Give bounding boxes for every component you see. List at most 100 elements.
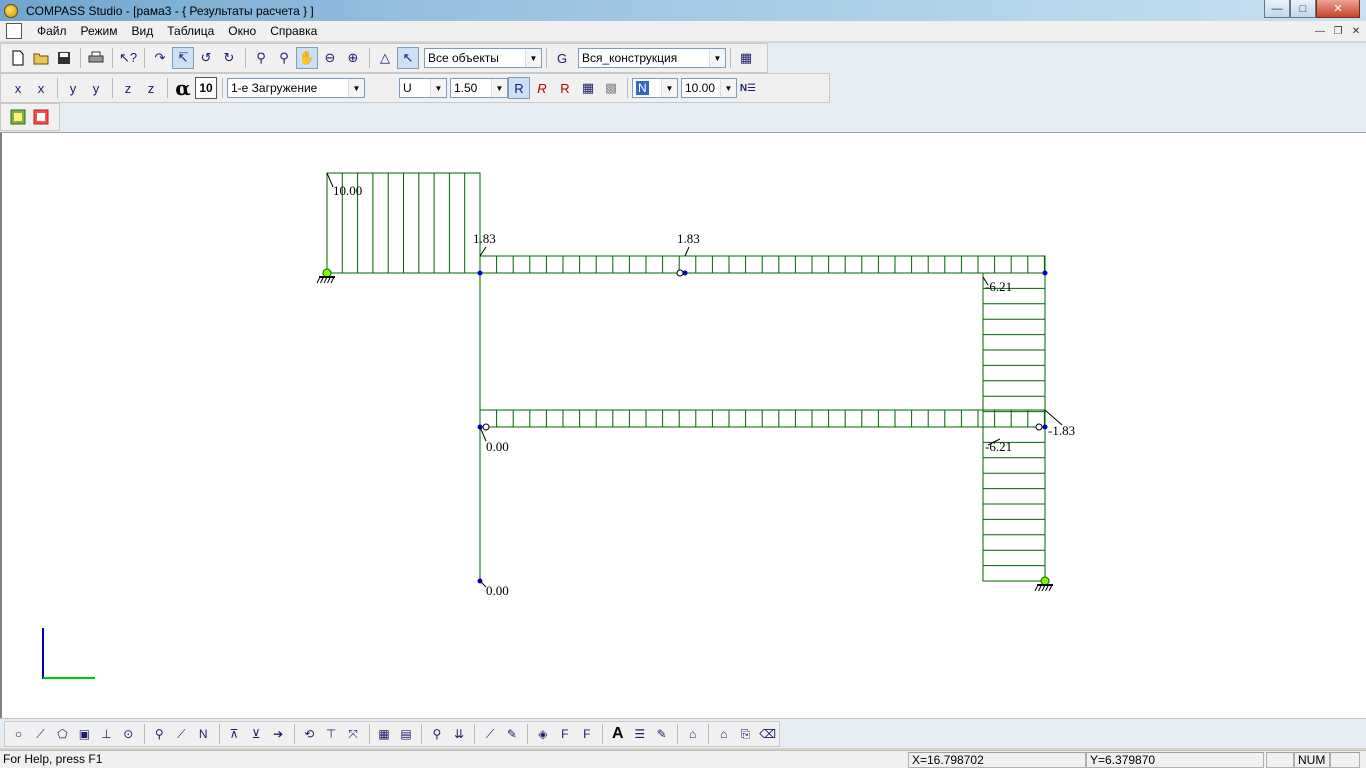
menu-window[interactable]: Окно	[221, 24, 263, 38]
scale-select-value: 1.50	[454, 81, 478, 95]
axis-x2-icon[interactable]: x	[30, 77, 52, 99]
text-icon[interactable]: A	[607, 724, 628, 745]
hinge	[676, 269, 684, 277]
table-icon[interactable]: ▦	[577, 77, 599, 99]
objects-select[interactable]: Все объекты ▼	[424, 48, 542, 68]
y-coordinate: Y=6.379870	[1086, 752, 1264, 768]
pan-icon[interactable]: ✋	[296, 47, 318, 69]
axis-x-icon[interactable]: x	[7, 77, 29, 99]
menu-view[interactable]: Вид	[125, 24, 161, 38]
zoom-in-icon[interactable]: ⊕	[342, 47, 364, 69]
mesh-icon[interactable]: ▦	[374, 724, 395, 745]
frame2-icon[interactable]: ⌂	[713, 724, 734, 745]
help-pointer-icon[interactable]: ↖?	[117, 47, 139, 69]
mdi-close-button[interactable]: ✕	[1348, 23, 1364, 39]
document-menu-icon[interactable]	[6, 23, 22, 39]
list-icon[interactable]: ☰	[629, 724, 650, 745]
alpha-value[interactable]: 10	[195, 77, 217, 99]
node	[477, 270, 483, 276]
model-icon[interactable]	[30, 106, 52, 128]
temperature-icon[interactable]: ⚲	[426, 724, 447, 745]
scale-select[interactable]: 1.50 ▼	[450, 78, 508, 98]
hinge-icon[interactable]: ⊙	[118, 724, 139, 745]
axis-y2-icon[interactable]: y	[85, 77, 107, 99]
drawing-canvas[interactable]: 10.00 1.83 1.83 -6.21 0.00 -6.21 -1.83 0.00	[0, 132, 1366, 718]
grid-icon[interactable]: ▩	[600, 77, 622, 99]
rotate-y-icon[interactable]: ↸	[172, 47, 194, 69]
load-case-select-value: 1-е Загружение	[231, 81, 318, 95]
new-file-icon[interactable]	[7, 47, 29, 69]
rigid-icon[interactable]: ⤧	[343, 724, 364, 745]
save-icon[interactable]	[53, 47, 75, 69]
rotate-x-icon[interactable]: ↷	[149, 47, 171, 69]
erase-icon[interactable]: ⌫	[757, 724, 778, 745]
chevron-down-icon: ▼	[348, 79, 364, 97]
solid-icon[interactable]: ▣	[74, 724, 95, 745]
measure-icon[interactable]: ⟋	[479, 724, 500, 745]
section-icon[interactable]: ⊤	[321, 724, 342, 745]
support-fix-icon[interactable]: ⊼	[224, 724, 245, 745]
force-select[interactable]: N ▼	[632, 78, 678, 98]
draw-icon[interactable]: ✎	[651, 724, 672, 745]
component-select[interactable]: U ▼	[399, 78, 447, 98]
construction-select[interactable]: Вся_конструкция ▼	[578, 48, 726, 68]
value-select[interactable]: 10.00 ▼	[681, 78, 737, 98]
rotate-z-icon[interactable]: ↺	[195, 47, 217, 69]
calc-icon[interactable]	[7, 106, 29, 128]
print-icon[interactable]	[85, 47, 107, 69]
loads-f1-icon[interactable]: F	[554, 724, 575, 745]
copy-icon[interactable]: ⎘	[735, 724, 756, 745]
bar-icon[interactable]: ⟋	[30, 724, 51, 745]
force-icon[interactable]: ➔	[268, 724, 289, 745]
open-folder-icon[interactable]	[30, 47, 52, 69]
results-rr-icon[interactable]: R	[554, 77, 576, 99]
properties-icon[interactable]: ▦	[735, 47, 757, 69]
value-select-value: 10.00	[685, 81, 716, 95]
node-icon[interactable]: ○	[8, 724, 29, 745]
support-icon[interactable]: △	[374, 47, 396, 69]
help-text: For Help, press F1	[3, 752, 103, 766]
menu-mode[interactable]: Режим	[74, 24, 125, 38]
chevron-down-icon: ▼	[661, 79, 677, 97]
axes-icon[interactable]: ⊥	[96, 724, 117, 745]
support-pin-icon[interactable]: ⊻	[246, 724, 267, 745]
zoom-out-icon[interactable]: ⊖	[319, 47, 341, 69]
support-hatch	[316, 276, 321, 284]
group-icon[interactable]: G	[551, 47, 573, 69]
bar-load-icon[interactable]: ⟋	[171, 724, 192, 745]
close-button[interactable]: ✕	[1316, 0, 1360, 18]
axis-z-icon[interactable]: z	[117, 77, 139, 99]
plate-icon[interactable]: ⬠	[52, 724, 73, 745]
select-arrow-icon[interactable]: ↖	[397, 47, 419, 69]
frame-icon[interactable]: ⌂	[682, 724, 703, 745]
mdi-minimize-button[interactable]: —	[1312, 23, 1328, 39]
results-r-icon[interactable]: R	[531, 77, 553, 99]
frame-diagram[interactable]: 10.00 1.83 1.83 -6.21 0.00 -6.21 -1.83 0.00	[2, 133, 1366, 719]
mdi-restore-button[interactable]: ❐	[1330, 23, 1346, 39]
material-icon[interactable]: ▤	[396, 724, 417, 745]
zoom-icon[interactable]: ⚲	[250, 47, 272, 69]
pencil-icon[interactable]: ✎	[501, 724, 522, 745]
axis-y-icon[interactable]: y	[62, 77, 84, 99]
node	[1042, 424, 1048, 430]
labels-icon[interactable]: N☰	[737, 77, 759, 99]
results-icon[interactable]: R	[508, 77, 530, 99]
menu-file[interactable]: Файл	[30, 24, 74, 38]
window-controls: — □ ✕	[1264, 0, 1360, 18]
maximize-button[interactable]: □	[1290, 0, 1316, 18]
zoom-window-icon[interactable]: ⚲	[273, 47, 295, 69]
load-case-select[interactable]: 1-е Загружение ▼	[227, 78, 365, 98]
node-load-icon[interactable]: ⚲	[149, 724, 170, 745]
menu-table[interactable]: Таблица	[160, 24, 221, 38]
loads-f2-icon[interactable]: F	[576, 724, 597, 745]
menu-help[interactable]: Справка	[263, 24, 324, 38]
distribute-icon[interactable]: ⇊	[448, 724, 469, 745]
nodal-force-icon[interactable]: Ν	[193, 724, 214, 745]
rotate-view-icon[interactable]: ↻	[218, 47, 240, 69]
axis-z2-icon[interactable]: z	[140, 77, 162, 99]
label-leader	[479, 246, 487, 257]
minimize-button[interactable]: —	[1264, 0, 1290, 18]
results-toolbar: x x y y z z α 10 1-е Загружение ▼ U ▼ 1.…	[0, 73, 830, 103]
checker-icon[interactable]: ◈	[532, 724, 553, 745]
spring-icon[interactable]: ⟲	[299, 724, 320, 745]
